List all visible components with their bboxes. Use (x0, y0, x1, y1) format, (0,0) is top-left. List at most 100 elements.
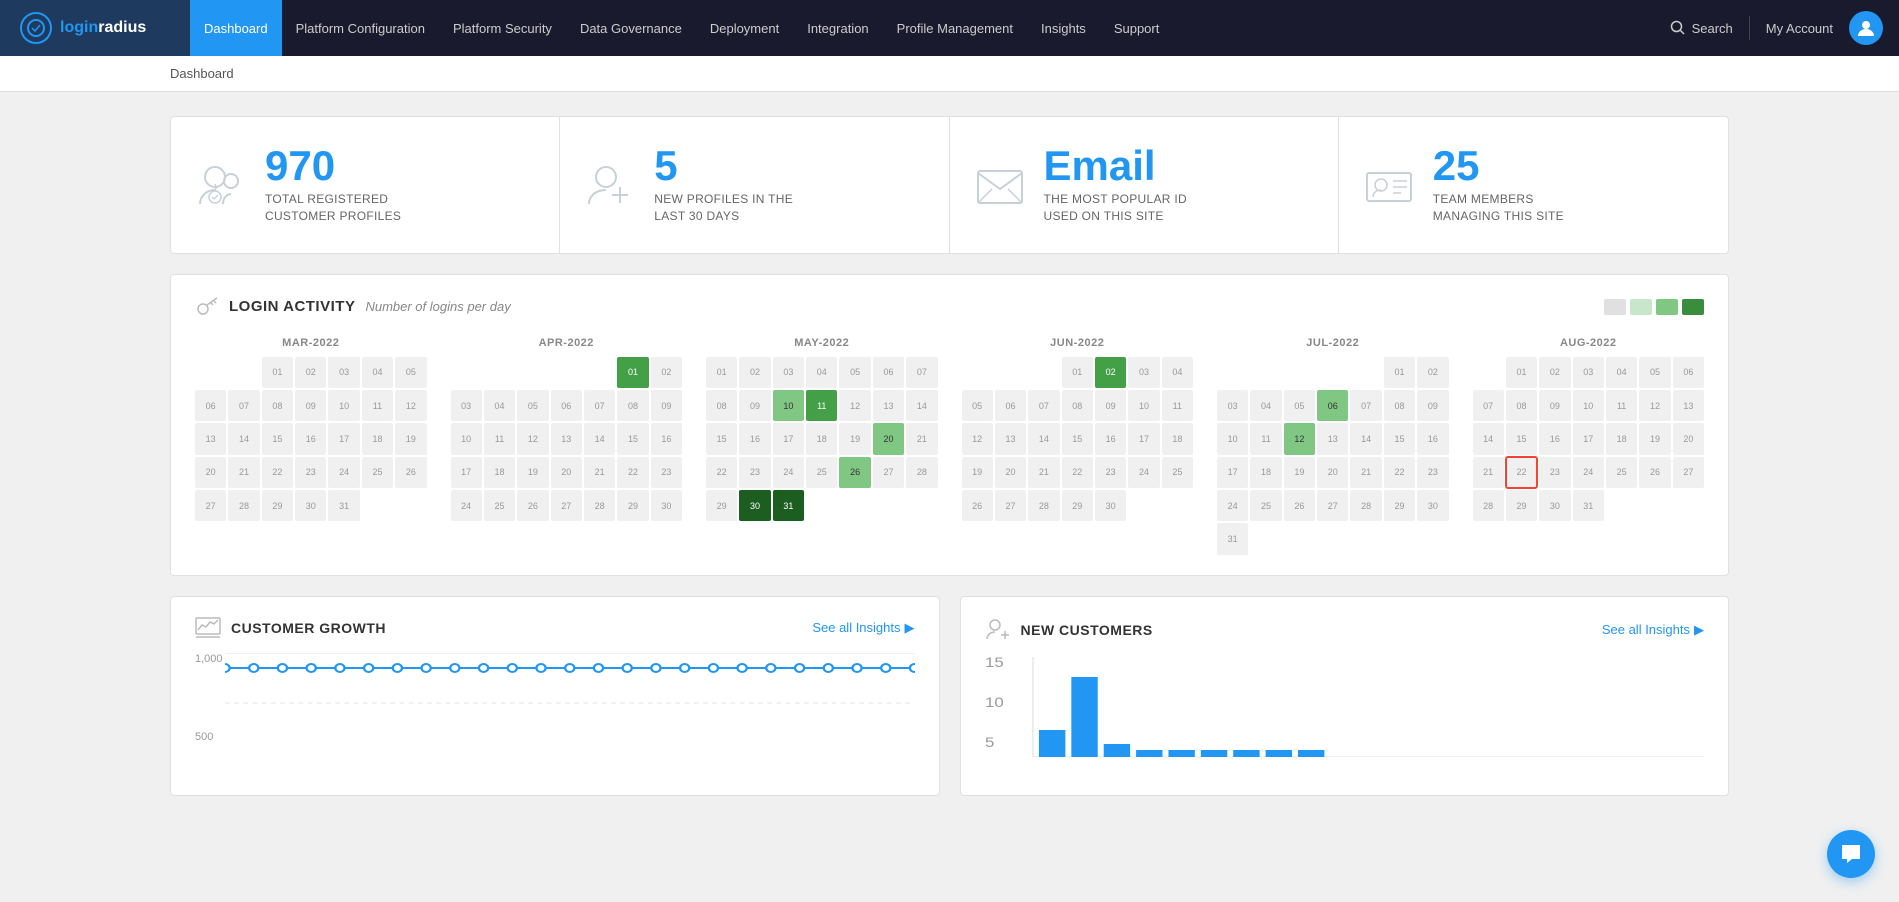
cal-day[interactable]: 22 (1062, 457, 1093, 488)
cal-day[interactable]: 13 (1673, 390, 1704, 421)
cal-day[interactable]: 16 (1417, 423, 1448, 454)
cal-day[interactable]: 23 (1417, 457, 1448, 488)
cal-day[interactable]: 26 (962, 490, 993, 521)
nav-item-deployment[interactable]: Deployment (696, 0, 793, 56)
cal-day[interactable]: 22 (1506, 457, 1537, 488)
cal-day[interactable]: 16 (651, 423, 682, 454)
nav-item-dashboard[interactable]: Dashboard (190, 0, 282, 56)
cal-day[interactable]: 06 (551, 390, 582, 421)
cal-day[interactable]: 22 (617, 457, 648, 488)
cal-day[interactable]: 22 (706, 457, 737, 488)
cal-day[interactable]: 14 (906, 390, 937, 421)
cal-day[interactable]: 06 (195, 390, 226, 421)
cal-day[interactable]: 24 (451, 490, 482, 521)
cal-day[interactable]: 17 (451, 457, 482, 488)
cal-day[interactable]: 08 (617, 390, 648, 421)
cal-day[interactable]: 20 (195, 457, 226, 488)
cal-day[interactable]: 21 (1028, 457, 1059, 488)
cal-day[interactable]: 26 (517, 490, 548, 521)
new-customers-see-all[interactable]: See all Insights ▶ (1602, 622, 1704, 638)
cal-day[interactable]: 24 (1217, 490, 1248, 521)
cal-day[interactable]: 08 (706, 390, 737, 421)
cal-day[interactable]: 02 (1417, 357, 1448, 388)
cal-day[interactable]: 04 (1250, 390, 1281, 421)
cal-day[interactable]: 30 (295, 490, 326, 521)
cal-day[interactable]: 21 (906, 423, 937, 454)
nav-item-insights[interactable]: Insights (1027, 0, 1100, 56)
cal-day[interactable]: 07 (228, 390, 259, 421)
cal-day[interactable]: 04 (806, 357, 837, 388)
cal-day[interactable]: 09 (739, 390, 770, 421)
cal-day[interactable]: 05 (839, 357, 870, 388)
cal-day[interactable]: 11 (1162, 390, 1193, 421)
cal-day[interactable]: 15 (706, 423, 737, 454)
cal-day[interactable]: 15 (1384, 423, 1415, 454)
cal-day[interactable]: 24 (773, 457, 804, 488)
cal-day[interactable]: 19 (395, 423, 426, 454)
cal-day[interactable]: 21 (1350, 457, 1381, 488)
cal-day[interactable]: 07 (584, 390, 615, 421)
nav-item-data-governance[interactable]: Data Governance (566, 0, 696, 56)
cal-day[interactable]: 21 (228, 457, 259, 488)
cal-day[interactable]: 02 (739, 357, 770, 388)
cal-day[interactable]: 17 (1128, 423, 1159, 454)
cal-day[interactable]: 15 (262, 423, 293, 454)
cal-day[interactable]: 25 (1162, 457, 1193, 488)
cal-day[interactable]: 05 (962, 390, 993, 421)
cal-day[interactable]: 26 (1639, 457, 1670, 488)
cal-day[interactable]: 26 (395, 457, 426, 488)
cal-day[interactable]: 21 (584, 457, 615, 488)
nav-item-support[interactable]: Support (1100, 0, 1174, 56)
cal-day[interactable]: 17 (1217, 457, 1248, 488)
cal-day[interactable]: 13 (1317, 423, 1348, 454)
cal-day[interactable]: 20 (873, 423, 904, 454)
cal-day[interactable]: 25 (362, 457, 393, 488)
cal-day[interactable]: 09 (1417, 390, 1448, 421)
cal-day[interactable]: 30 (1539, 490, 1570, 521)
cal-day[interactable]: 18 (484, 457, 515, 488)
cal-day[interactable]: 23 (739, 457, 770, 488)
cal-day[interactable]: 05 (1639, 357, 1670, 388)
search-button[interactable]: Search (1670, 20, 1733, 36)
cal-day[interactable]: 30 (1417, 490, 1448, 521)
cal-day[interactable]: 25 (1606, 457, 1637, 488)
cal-day[interactable]: 15 (617, 423, 648, 454)
avatar[interactable] (1849, 11, 1883, 45)
cal-day[interactable]: 11 (484, 423, 515, 454)
cal-day[interactable]: 29 (617, 490, 648, 521)
cal-day[interactable]: 04 (1606, 357, 1637, 388)
cal-day[interactable]: 12 (962, 423, 993, 454)
cal-day[interactable]: 03 (451, 390, 482, 421)
cal-day[interactable]: 16 (1095, 423, 1126, 454)
cal-day[interactable]: 29 (1062, 490, 1093, 521)
cal-day[interactable]: 20 (551, 457, 582, 488)
cal-day[interactable]: 18 (362, 423, 393, 454)
cal-day[interactable]: 11 (362, 390, 393, 421)
cal-day[interactable]: 06 (995, 390, 1026, 421)
cal-day[interactable]: 31 (1217, 523, 1248, 554)
cal-day[interactable]: 12 (517, 423, 548, 454)
cal-day[interactable]: 29 (706, 490, 737, 521)
cal-day[interactable]: 18 (1606, 423, 1637, 454)
cal-day[interactable]: 15 (1062, 423, 1093, 454)
cal-day[interactable]: 07 (1028, 390, 1059, 421)
cal-day[interactable]: 16 (295, 423, 326, 454)
cal-day[interactable]: 17 (328, 423, 359, 454)
cal-day[interactable]: 04 (484, 390, 515, 421)
cal-day[interactable]: 10 (1573, 390, 1604, 421)
cal-day[interactable]: 13 (873, 390, 904, 421)
cal-day[interactable]: 09 (295, 390, 326, 421)
cal-day[interactable]: 31 (1573, 490, 1604, 521)
cal-day[interactable]: 03 (1128, 357, 1159, 388)
cal-day[interactable]: 09 (1095, 390, 1126, 421)
cal-day[interactable]: 27 (1673, 457, 1704, 488)
cal-day[interactable]: 01 (706, 357, 737, 388)
cal-day[interactable]: 07 (906, 357, 937, 388)
cal-day[interactable]: 28 (1473, 490, 1504, 521)
cal-day[interactable]: 16 (739, 423, 770, 454)
cal-day[interactable]: 24 (328, 457, 359, 488)
cal-day[interactable]: 07 (1473, 390, 1504, 421)
cal-day[interactable]: 13 (551, 423, 582, 454)
cal-day[interactable]: 20 (995, 457, 1026, 488)
cal-day[interactable]: 25 (806, 457, 837, 488)
